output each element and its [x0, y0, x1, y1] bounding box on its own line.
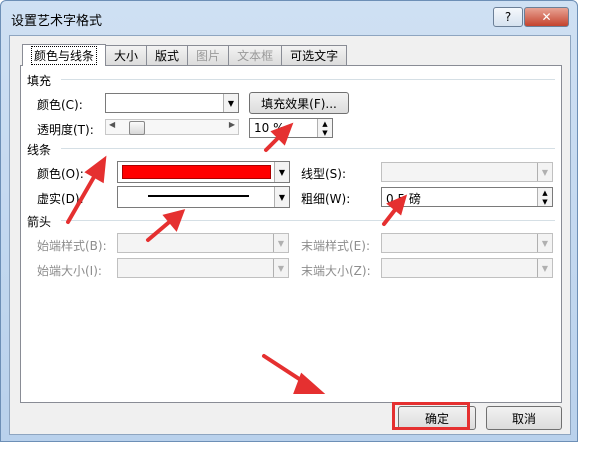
- line-color-swatch: [122, 165, 271, 179]
- spin-up-icon[interactable]: ▲: [318, 119, 332, 128]
- arrows-divider: [61, 220, 555, 221]
- end-style-dropdown: ▼: [381, 233, 553, 253]
- spin-up-icon[interactable]: ▲: [538, 188, 552, 197]
- tab-alt-text[interactable]: 可选文字: [281, 45, 348, 65]
- close-button[interactable]: ✕: [524, 7, 569, 27]
- tab-textbox: 文本框: [228, 45, 283, 65]
- transparency-label: 透明度(T):: [37, 123, 94, 137]
- line-divider: [61, 148, 555, 149]
- dropdown-arrow-icon: ▼: [273, 259, 288, 277]
- title-bar[interactable]: 设置艺术字格式 ? ✕: [1, 1, 577, 35]
- tab-size[interactable]: 大小: [105, 45, 148, 65]
- line-weight-spinbox[interactable]: 0.5 磅 ▲ ▼: [381, 187, 553, 207]
- format-wordart-dialog: 设置艺术字格式 ? ✕ 颜色与线条 大小 版式 图片 文本框 可选文字 填充 颜…: [0, 0, 578, 442]
- end-size-dropdown: ▼: [381, 258, 553, 278]
- fill-color-label: 颜色(C):: [37, 98, 83, 112]
- tab-layout[interactable]: 版式: [146, 45, 189, 65]
- cancel-button[interactable]: 取消: [486, 406, 562, 430]
- dropdown-arrow-icon: ▼: [537, 163, 552, 181]
- fill-color-dropdown[interactable]: ▼: [105, 93, 239, 113]
- line-style-label: 线型(S):: [301, 167, 347, 181]
- dropdown-arrow-icon: ▼: [223, 94, 238, 112]
- spin-down-icon[interactable]: ▼: [318, 128, 332, 137]
- dash-label: 虚实(D):: [37, 192, 84, 206]
- solid-line-sample: [148, 195, 249, 197]
- dropdown-arrow-icon: ▼: [274, 162, 289, 182]
- transparency-value: 10 %: [254, 121, 285, 135]
- dropdown-arrow-icon: ▼: [537, 234, 552, 252]
- transparency-slider[interactable]: ◀ ▶: [105, 119, 239, 135]
- line-section-heading: 线条: [27, 143, 52, 157]
- dialog-body: 颜色与线条 大小 版式 图片 文本框 可选文字 填充 颜色(C): ▼ 填充效果…: [9, 35, 571, 435]
- begin-size-dropdown: ▼: [117, 258, 289, 278]
- weight-label: 粗细(W):: [301, 192, 351, 206]
- arrows-section-heading: 箭头: [27, 215, 52, 229]
- transparency-slider-thumb[interactable]: [128, 121, 145, 135]
- fill-section-heading: 填充: [27, 74, 52, 88]
- begin-style-dropdown: ▼: [117, 233, 289, 253]
- fill-effects-button[interactable]: 填充效果(F)...: [249, 92, 349, 114]
- tab-strip: 颜色与线条 大小 版式 图片 文本框 可选文字: [22, 44, 348, 66]
- dropdown-arrow-icon: ▼: [274, 187, 289, 207]
- dash-dropdown[interactable]: ▼: [117, 186, 290, 208]
- slider-left-icon: ◀: [109, 120, 116, 129]
- dialog-title: 设置艺术字格式: [11, 14, 103, 29]
- ok-highlight-box: [392, 402, 470, 430]
- tab-picture: 图片: [187, 45, 230, 65]
- line-color-label: 颜色(O):: [37, 167, 84, 181]
- help-button[interactable]: ?: [493, 7, 523, 27]
- line-style-dropdown: ▼: [381, 162, 553, 182]
- line-weight-value: 0.5 磅: [386, 192, 421, 206]
- end-style-label: 末端样式(E):: [301, 239, 370, 253]
- dropdown-arrow-icon: ▼: [273, 234, 288, 252]
- spin-down-icon[interactable]: ▼: [538, 197, 552, 206]
- begin-style-label: 始端样式(B):: [37, 239, 107, 253]
- line-color-dropdown[interactable]: ▼: [117, 161, 290, 183]
- end-size-label: 末端大小(Z):: [301, 264, 371, 278]
- tab-color-and-lines[interactable]: 颜色与线条: [22, 44, 107, 66]
- color-and-lines-panel: 填充 颜色(C): ▼ 填充效果(F)... 透明度(T): ◀ ▶ 10 % …: [20, 65, 562, 403]
- slider-right-icon: ▶: [228, 120, 235, 129]
- dropdown-arrow-icon: ▼: [537, 259, 552, 277]
- begin-size-label: 始端大小(I):: [37, 264, 102, 278]
- transparency-spinbox[interactable]: 10 % ▲ ▼: [249, 118, 333, 138]
- fill-divider: [61, 79, 555, 80]
